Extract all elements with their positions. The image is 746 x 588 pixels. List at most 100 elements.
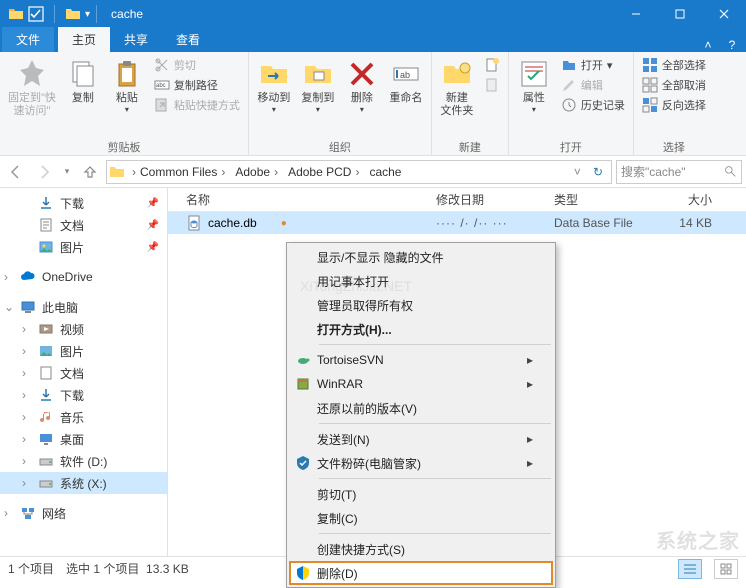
menu-item-shred[interactable]: 文件粉碎(电脑管家)▸ [289,451,553,475]
paste-icon [111,58,143,90]
easy-access-button[interactable] [482,76,502,94]
menu-item-showhide[interactable]: 显示/不显示 隐藏的文件 [289,245,553,269]
col-name[interactable]: 名称 [180,191,430,208]
maximize-button[interactable] [658,0,702,28]
expander-icon[interactable]: › [4,270,14,284]
expander-icon[interactable]: › [22,322,32,336]
sidebar-item-onedrive[interactable]: ›OneDrive [0,266,167,288]
sidebar-item-documents2[interactable]: ›文档 [0,362,167,384]
move-to-button[interactable]: 移动到▾ [253,54,295,134]
up-button[interactable] [78,160,102,184]
copy-to-button[interactable]: 复制到▾ [297,54,339,134]
expander-icon[interactable]: › [4,506,14,520]
expander-icon[interactable]: ⌄ [4,300,14,314]
breadcrumb-seg[interactable]: Common Files [140,165,217,179]
menu-item-tortoise[interactable]: TortoiseSVN▸ [289,348,553,372]
history-button[interactable]: 历史记录 [559,96,627,114]
pin-icon: 📌 [147,242,159,253]
sidebar-item-pictures[interactable]: 图片📌 [0,236,167,258]
cut-button[interactable]: 剪切 [152,56,242,74]
forward-button[interactable] [32,160,56,184]
expander-icon[interactable]: › [22,454,32,468]
sidebar-item-desktop[interactable]: ›桌面 [0,428,167,450]
qat-dropdown-icon[interactable]: ▾ [85,9,90,20]
help-icon[interactable]: ? [718,38,746,52]
context-menu: 显示/不显示 隐藏的文件 用记事本打开 管理员取得所有权 打开方式(H)... … [286,242,556,588]
tab-share[interactable]: 共享 [110,27,162,52]
menu-item-winrar[interactable]: WinRAR▸ [289,372,553,396]
view-large-button[interactable] [714,559,738,579]
rename-button[interactable]: ab重命名 [385,54,427,134]
edit-button[interactable]: 编辑 [559,76,627,94]
back-button[interactable] [4,160,28,184]
tab-file[interactable]: 文件 [2,27,54,52]
minimize-button[interactable] [614,0,658,28]
sidebar-item-downloads2[interactable]: ›下载 [0,384,167,406]
col-type[interactable]: 类型 [548,191,658,208]
tab-view[interactable]: 查看 [162,27,214,52]
ribbon-collapse-icon[interactable]: ˄ [698,38,718,52]
sidebar-item-drive-d[interactable]: ›软件 (D:) [0,450,167,472]
submenu-arrow-icon: ▸ [527,353,533,367]
menu-separator [319,478,551,479]
menu-item-restore[interactable]: 还原以前的版本(V) [289,396,553,420]
column-headers[interactable]: 名称 修改日期 类型 大小 [168,188,746,212]
expander-icon[interactable]: › [22,476,32,490]
sidebar-item-documents[interactable]: 文档📌 [0,214,167,236]
search-input[interactable]: 搜索"cache" [616,160,742,184]
menu-item-open-notepad[interactable]: 用记事本打开 [289,269,553,293]
sidebar-item-pictures2[interactable]: ›图片 [0,340,167,362]
expander-icon[interactable]: › [22,344,32,358]
sidebar-item-music[interactable]: ›音乐 [0,406,167,428]
sidebar-item-network[interactable]: ›网络 [0,502,167,524]
col-date[interactable]: 修改日期 [430,191,548,208]
breadcrumb[interactable]: ›Common Files› Adobe› Adobe PCD› cache ˅… [106,160,612,184]
expander-icon[interactable]: › [22,366,32,380]
select-all-button[interactable]: 全部选择 [640,56,708,74]
expander-icon[interactable]: › [22,410,32,424]
copy-path-button[interactable]: abc复制路径 [152,76,242,94]
breadcrumb-seg[interactable]: cache [369,165,401,179]
view-details-button[interactable] [678,559,702,579]
new-item-button[interactable] [482,56,502,74]
pin-quick-access-button[interactable]: 固定到"快 速访问" [4,54,60,134]
open-button[interactable]: 打开 ▾ [559,56,627,74]
breadcrumb-seg[interactable]: Adobe [235,165,270,179]
sidebar-item-videos[interactable]: ›视频 [0,318,167,340]
expander-icon[interactable]: › [22,432,32,446]
desktop-icon [38,431,54,447]
menu-item-delete[interactable]: 删除(D) [289,561,553,585]
ribbon-tabs: 文件 主页 共享 查看 ˄ ? [0,28,746,52]
expander-icon[interactable]: › [22,388,32,402]
sidebar-item-downloads[interactable]: 下载📌 [0,192,167,214]
refresh-icon[interactable]: ↻ [587,165,609,179]
tab-home[interactable]: 主页 [58,27,110,52]
close-button[interactable] [702,0,746,28]
breadcrumb-seg[interactable]: Adobe PCD [288,165,351,179]
properties-button[interactable]: 属性▾ [513,54,555,134]
menu-item-cut[interactable]: 剪切(T) [289,482,553,506]
new-folder-button[interactable]: 新建 文件夹 [436,54,478,134]
paste-shortcut-button[interactable]: 粘贴快捷方式 [152,96,242,114]
delete-button[interactable]: 删除▾ [341,54,383,134]
menu-separator [319,344,551,345]
paste-button[interactable]: 粘贴 ▾ [106,54,148,134]
copy-button[interactable]: 复制 [62,54,104,134]
file-row[interactable]: cache.db ● ···· /· /·· ··· Data Base Fil… [168,212,746,234]
menu-item-copy[interactable]: 复制(C) [289,506,553,530]
menu-item-admin-take[interactable]: 管理员取得所有权 [289,293,553,317]
col-size[interactable]: 大小 [658,191,718,208]
select-none-button[interactable]: 全部取消 [640,76,708,94]
invert-selection-button[interactable]: 反向选择 [640,96,708,114]
menu-item-shortcut[interactable]: 创建快捷方式(S) [289,537,553,561]
sidebar-item-drive-x[interactable]: ›系统 (X:) [0,472,167,494]
address-dropdown-icon[interactable]: ˅ [568,165,587,179]
recent-dropdown-icon[interactable]: ▾ [60,160,74,184]
network-icon [20,505,36,521]
sidebar-item-thispc[interactable]: ⌄此电脑 [0,296,167,318]
qat-checkbox-icon[interactable] [28,6,44,22]
menu-item-open-with[interactable]: 打开方式(H)... [289,317,553,341]
qat-folder-icon[interactable] [65,6,81,22]
menu-item-sendto[interactable]: 发送到(N)▸ [289,427,553,451]
navigation-pane[interactable]: 下载📌 文档📌 图片📌 ›OneDrive ⌄此电脑 ›视频 ›图片 ›文档 ›… [0,188,168,556]
